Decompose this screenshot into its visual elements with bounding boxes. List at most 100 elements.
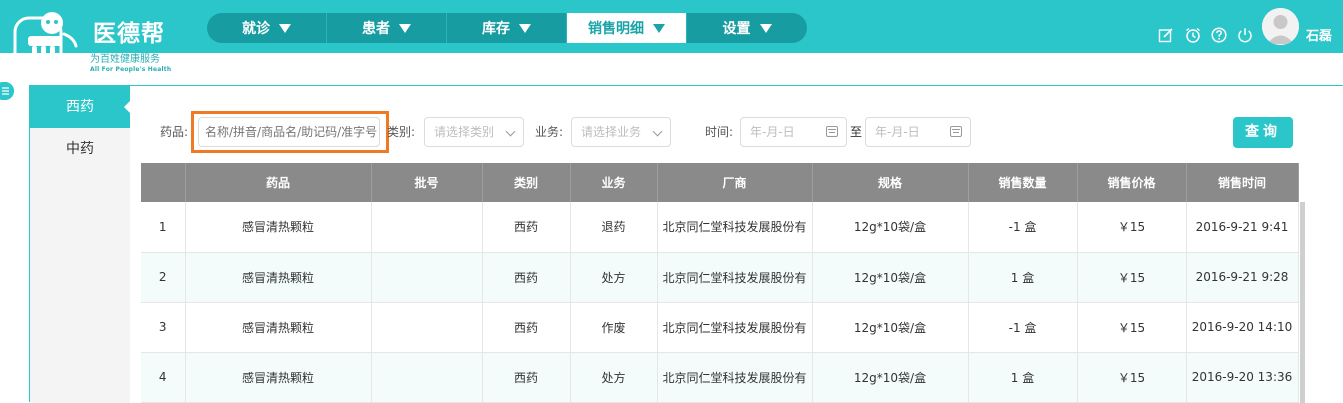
cell-business: 处方 xyxy=(570,252,658,303)
menu-toggle-icon[interactable] xyxy=(0,82,14,100)
caret-down-icon xyxy=(399,23,411,33)
calendar-icon[interactable] xyxy=(826,126,838,137)
sidebar-item-western-medicine[interactable]: 西药 xyxy=(30,86,130,128)
business-filter-label: 业务: xyxy=(535,125,564,139)
drug-search-highlight xyxy=(191,111,389,153)
table-row[interactable]: 4 感冒清热颗粒 西药 处方 北京同仁堂科技发展股份有 12g*10袋/盒 1 … xyxy=(141,352,1299,403)
nav-item-label: 设置 xyxy=(722,21,751,37)
main-nav: 就诊 患者 库存 销售明细 设置 xyxy=(207,13,807,43)
nav-item-label: 就诊 xyxy=(242,21,270,37)
date-to-input[interactable]: 年-月-日 xyxy=(865,117,971,147)
chevron-down-icon xyxy=(505,126,516,137)
user-avatar-icon xyxy=(1262,8,1299,45)
power-icon[interactable] xyxy=(1237,27,1253,43)
help-icon[interactable] xyxy=(1211,27,1227,43)
sales-table: 药品 批号 类别 业务 厂商 规格 销售数量 销售价格 销售时间 1 感冒清热颗… xyxy=(141,163,1299,403)
date-range-separator: 至 xyxy=(850,125,863,139)
nav-item-inventory[interactable]: 库存 xyxy=(447,13,567,43)
top-header: 医德帮 就诊 患者 库存 销售明细 设置 石磊 xyxy=(0,0,1343,76)
cell-category: 西药 xyxy=(482,352,571,403)
cell-manufacturer: 北京同仁堂科技发展股份有 xyxy=(657,302,813,353)
brand-tagline: 为百姓健康服务 xyxy=(90,54,160,65)
main-panel: 西药 中药 药品: 类别: 请选择类别 业务: 请选择业务 时间: 年-月-日 … xyxy=(29,85,1343,403)
cell-time: 2016-9-20 14:10 xyxy=(1186,302,1299,353)
cell-manufacturer: 北京同仁堂科技发展股份有 xyxy=(657,202,813,253)
cell-batch xyxy=(371,252,483,303)
column-header-spec: 规格 xyxy=(812,163,969,202)
edit-icon[interactable] xyxy=(1158,27,1174,43)
caret-down-icon xyxy=(653,23,665,33)
column-header-batch: 批号 xyxy=(371,163,483,202)
column-header-price: 销售价格 xyxy=(1077,163,1187,202)
drug-search-input[interactable] xyxy=(198,117,380,147)
nav-item-patient[interactable]: 患者 xyxy=(327,13,447,43)
cell-drug: 感冒清热颗粒 xyxy=(185,352,372,403)
category-select[interactable]: 请选择类别 xyxy=(424,117,524,147)
nav-item-settings[interactable]: 设置 xyxy=(687,13,807,43)
brand-tagline-en: All For People's Health xyxy=(90,66,172,73)
cell-spec: 12g*10袋/盒 xyxy=(812,252,969,303)
cell-business: 作废 xyxy=(570,302,658,353)
cell-time: 2016-9-21 9:41 xyxy=(1186,202,1299,253)
nav-item-label: 销售明细 xyxy=(588,21,644,37)
caret-down-icon xyxy=(519,23,531,33)
nav-item-label: 患者 xyxy=(362,21,390,37)
cell-quantity: -1 盒 xyxy=(968,202,1078,253)
cell-quantity: 1 盒 xyxy=(968,252,1078,303)
cell-batch xyxy=(371,202,483,253)
cell-price: ￥15 xyxy=(1077,202,1187,253)
cell-business: 退药 xyxy=(570,202,658,253)
cell-price: ￥15 xyxy=(1077,302,1187,353)
column-header-category: 类别 xyxy=(482,163,571,202)
cell-index: 3 xyxy=(141,302,186,353)
nav-item-sales-detail[interactable]: 销售明细 xyxy=(567,13,687,43)
column-header-business: 业务 xyxy=(570,163,658,202)
cell-manufacturer: 北京同仁堂科技发展股份有 xyxy=(657,252,813,303)
cell-drug: 感冒清热颗粒 xyxy=(185,302,372,353)
avatar[interactable] xyxy=(1262,8,1299,45)
cell-business: 处方 xyxy=(570,352,658,403)
business-select-placeholder: 请选择业务 xyxy=(581,125,642,139)
table-row[interactable]: 1 感冒清热颗粒 西药 退药 北京同仁堂科技发展股份有 12g*10袋/盒 -1… xyxy=(141,202,1299,253)
column-header-time: 销售时间 xyxy=(1186,163,1299,202)
cell-drug: 感冒清热颗粒 xyxy=(185,202,372,253)
cell-spec: 12g*10袋/盒 xyxy=(812,202,969,253)
column-header-drug: 药品 xyxy=(185,163,372,202)
column-header-manufacturer: 厂商 xyxy=(657,163,813,202)
column-header-quantity: 销售数量 xyxy=(968,163,1078,202)
column-header-index xyxy=(141,163,186,202)
date-from-input[interactable]: 年-月-日 xyxy=(740,117,847,147)
table-row[interactable]: 3 感冒清热颗粒 西药 作废 北京同仁堂科技发展股份有 12g*10袋/盒 -1… xyxy=(141,302,1299,353)
table-row[interactable]: 2 感冒清热颗粒 西药 处方 北京同仁堂科技发展股份有 12g*10袋/盒 1 … xyxy=(141,252,1299,303)
calendar-icon[interactable] xyxy=(950,126,962,137)
drug-filter-label: 药品: xyxy=(160,125,189,139)
table-header-row: 药品 批号 类别 业务 厂商 规格 销售数量 销售价格 销售时间 xyxy=(141,163,1299,202)
category-select-placeholder: 请选择类别 xyxy=(434,125,495,139)
cell-time: 2016-9-21 9:28 xyxy=(1186,252,1299,303)
cell-category: 西药 xyxy=(482,202,571,253)
logo-icon xyxy=(13,12,78,76)
nav-item-visit[interactable]: 就诊 xyxy=(207,13,327,43)
cell-drug: 感冒清热颗粒 xyxy=(185,252,372,303)
cell-quantity: 1 盒 xyxy=(968,352,1078,403)
business-select[interactable]: 请选择业务 xyxy=(571,117,671,147)
cell-price: ￥15 xyxy=(1077,352,1187,403)
cell-manufacturer: 北京同仁堂科技发展股份有 xyxy=(657,352,813,403)
alarm-clock-icon[interactable] xyxy=(1185,27,1201,43)
cell-price: ￥15 xyxy=(1077,252,1187,303)
query-button[interactable]: 查询 xyxy=(1233,117,1293,148)
cell-index: 4 xyxy=(141,352,186,403)
cell-category: 西药 xyxy=(482,252,571,303)
sidebar-item-chinese-medicine[interactable]: 中药 xyxy=(30,128,130,170)
cell-index: 2 xyxy=(141,252,186,303)
user-name[interactable]: 石磊 xyxy=(1306,25,1332,44)
cell-time: 2016-9-20 13:36 xyxy=(1186,352,1299,403)
table-scrollbar[interactable] xyxy=(1300,202,1305,403)
cell-quantity: -1 盒 xyxy=(968,302,1078,353)
caret-down-icon xyxy=(279,23,291,33)
time-filter-label: 时间: xyxy=(705,125,734,139)
brand-name: 医德帮 xyxy=(93,21,165,47)
date-to-placeholder: 年-月-日 xyxy=(875,125,920,139)
chevron-down-icon xyxy=(652,126,663,137)
cell-category: 西药 xyxy=(482,302,571,353)
